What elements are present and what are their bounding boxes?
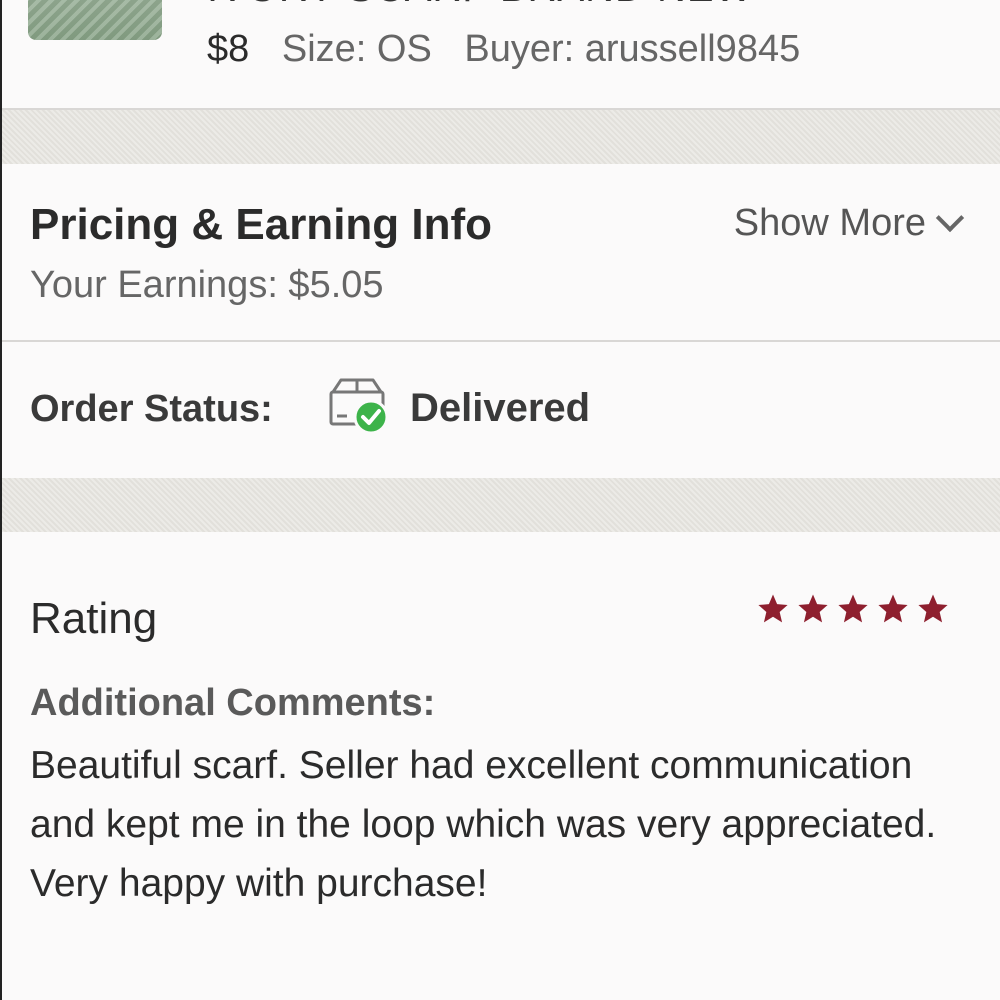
order-detail-page: IVORY SCARF BRAND NEW $8 Size: OS Buyer:…: [2, 0, 1000, 1000]
star-icon: [798, 594, 828, 623]
pricing-title: Pricing & Earning Info: [30, 200, 493, 249]
earnings-text: Your Earnings: $5.05: [30, 264, 384, 306]
show-more-button[interactable]: Show More: [733, 202, 965, 245]
item-price: $8: [207, 28, 250, 70]
star-icon: [878, 594, 908, 623]
order-status-label: Order Status:: [30, 388, 273, 430]
box-check-icon: [329, 378, 389, 435]
star-icon: [838, 594, 868, 623]
pricing-section: Pricing & Earning Info Show More Your Ea…: [2, 164, 1000, 342]
item-title: IVORY SCARF BRAND NEW: [207, 0, 753, 11]
chevron-down-icon: [935, 203, 965, 232]
rating-stars: [756, 592, 950, 626]
item-size: Size: OS: [281, 28, 432, 70]
star-icon: [758, 594, 788, 623]
rating-section: Rating Additional Comments: Beautiful sc…: [2, 532, 1000, 1000]
section-divider: [2, 478, 1000, 532]
item-meta: $8 Size: OS Buyer: arussell9845: [207, 28, 822, 71]
order-item-row[interactable]: IVORY SCARF BRAND NEW $8 Size: OS Buyer:…: [2, 0, 1000, 110]
item-thumbnail[interactable]: [28, 0, 162, 40]
order-status-section: Order Status: Delivered: [2, 342, 1000, 478]
rating-title: Rating: [30, 594, 158, 643]
order-status-value: Delivered: [410, 386, 591, 430]
comments-text: Beautiful scarf. Seller had excellent co…: [30, 744, 937, 905]
comments-label: Additional Comments:: [30, 682, 436, 724]
item-buyer: Buyer: arussell9845: [464, 28, 801, 70]
star-icon: [918, 594, 948, 623]
section-divider: [2, 110, 1000, 164]
show-more-label: Show More: [733, 202, 926, 244]
